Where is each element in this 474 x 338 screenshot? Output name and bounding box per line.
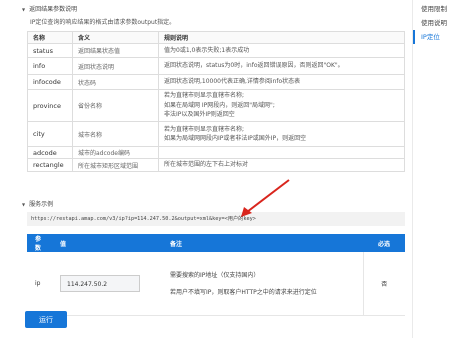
param-name: rectangle (27, 158, 73, 172)
table-row: info 返回状态说明 返回状态说明，status为0时，info返回错误原因，… (27, 57, 405, 75)
header-rules: 规则说明 (158, 31, 405, 44)
ip-input[interactable]: 114.247.50.2 (60, 275, 140, 292)
collapse-triangle-icon: ▼ (22, 7, 26, 12)
table-row: ip 114.247.50.2 需要搜索的IP地址（仅支持国内） 若用户不填写I… (27, 252, 405, 316)
param-name: infocode (27, 74, 73, 90)
table-row: province 省份名称 若为直辖市则显示直辖市名称; 如果在局域网 IP网段… (27, 89, 405, 122)
param-rule: 若为直辖市则显示直辖市名称; 如果在局域网 IP网段内，则返回"局域网"; 非法… (158, 89, 405, 122)
example-header-row: 参数 值 备注 必选 (27, 234, 405, 252)
param-rule (158, 146, 405, 159)
header-required: 必选 (363, 234, 405, 252)
table-row: adcode 城市的adcode编码 (27, 146, 405, 159)
param-required: 否 (362, 252, 405, 316)
param-meaning: 城市名称 (72, 121, 159, 147)
param-name: status (27, 43, 73, 58)
param-name: province (27, 89, 73, 122)
collapse-triangle-icon: ▼ (22, 202, 26, 207)
param-name: adcode (27, 146, 73, 159)
param-name: info (27, 57, 73, 75)
param-ip-label: ip (27, 252, 52, 316)
header-name: 名称 (27, 31, 73, 44)
result-section-title[interactable]: ▼ 返回结果参数说明 (22, 4, 77, 13)
param-rule: 返回状态说明，status为0时，info返回错误原因，否则返回"OK"。 (158, 57, 405, 75)
result-intro-text: IP定位查询的响应结果的格式由请求参数output指定。 (30, 19, 176, 26)
header-value: 值 (52, 234, 162, 252)
table-header-row: 名称 含义 规则说明 (27, 31, 405, 44)
param-rule: 所在城市范围的左下右上对标对 (158, 158, 405, 172)
param-name: city (27, 121, 73, 147)
sidebar-item-usage-limits[interactable]: 使用限制 (413, 2, 474, 16)
example-url[interactable]: https://restapi.amap.com/v3/ip?ip=114.24… (27, 212, 405, 226)
param-rule: 若为直辖市则显示直辖市名称; 如果为局域网网段内IP或者非法IP或国外IP，则返… (158, 121, 405, 147)
param-meaning: 所在城市矩形区域范围 (72, 158, 159, 172)
param-value-cell: 114.247.50.2 (52, 252, 162, 316)
header-note: 备注 (162, 234, 363, 252)
param-meaning: 省份名称 (72, 89, 159, 122)
header-param: 参数 (27, 234, 52, 252)
table-row: status 返回结果状态值 值为0或1,0表示失败;1表示成功 (27, 43, 405, 58)
header-meaning: 含义 (72, 31, 159, 44)
param-meaning: 返回状态说明 (72, 57, 159, 75)
param-meaning: 城市的adcode编码 (72, 146, 159, 159)
example-params-table: 参数 值 备注 必选 ip 114.247.50.2 需要搜索的IP地址（仅支持… (27, 234, 405, 316)
sidebar-item-ip-location[interactable]: IP定位 (413, 30, 474, 44)
table-row: city 城市名称 若为直辖市则显示直辖市名称; 如果为局域网网段内IP或者非法… (27, 121, 405, 147)
main-content: ▼ 返回结果参数说明 IP定位查询的响应结果的格式由请求参数output指定。 名… (0, 0, 412, 338)
annotation-arrow-icon (241, 179, 290, 217)
param-meaning: 状态码 (72, 74, 159, 90)
sidebar-nav: 使用限制 使用说明 IP定位 (412, 0, 474, 338)
example-section-title[interactable]: ▼ 服务示例 (22, 199, 53, 208)
result-params-table: 名称 含义 规则说明 status 返回结果状态值 值为0或1,0表示失败;1表… (27, 31, 405, 172)
param-meaning: 返回结果状态值 (72, 43, 159, 58)
run-button[interactable]: 运行 (25, 311, 67, 328)
sidebar-item-usage-guide[interactable]: 使用说明 (413, 16, 474, 30)
table-row: infocode 状态码 返回状态说明,10000代表正确,详情参阅info状态… (27, 74, 405, 90)
param-rule: 返回状态说明,10000代表正确,详情参阅info状态表 (158, 74, 405, 90)
table-row: rectangle 所在城市矩形区域范围 所在城市范围的左下右上对标对 (27, 158, 405, 172)
param-rule: 值为0或1,0表示失败;1表示成功 (158, 43, 405, 58)
param-note: 需要搜索的IP地址（仅支持国内） 若用户不填写IP，则取客户HTTP之中的请求来… (162, 252, 363, 316)
